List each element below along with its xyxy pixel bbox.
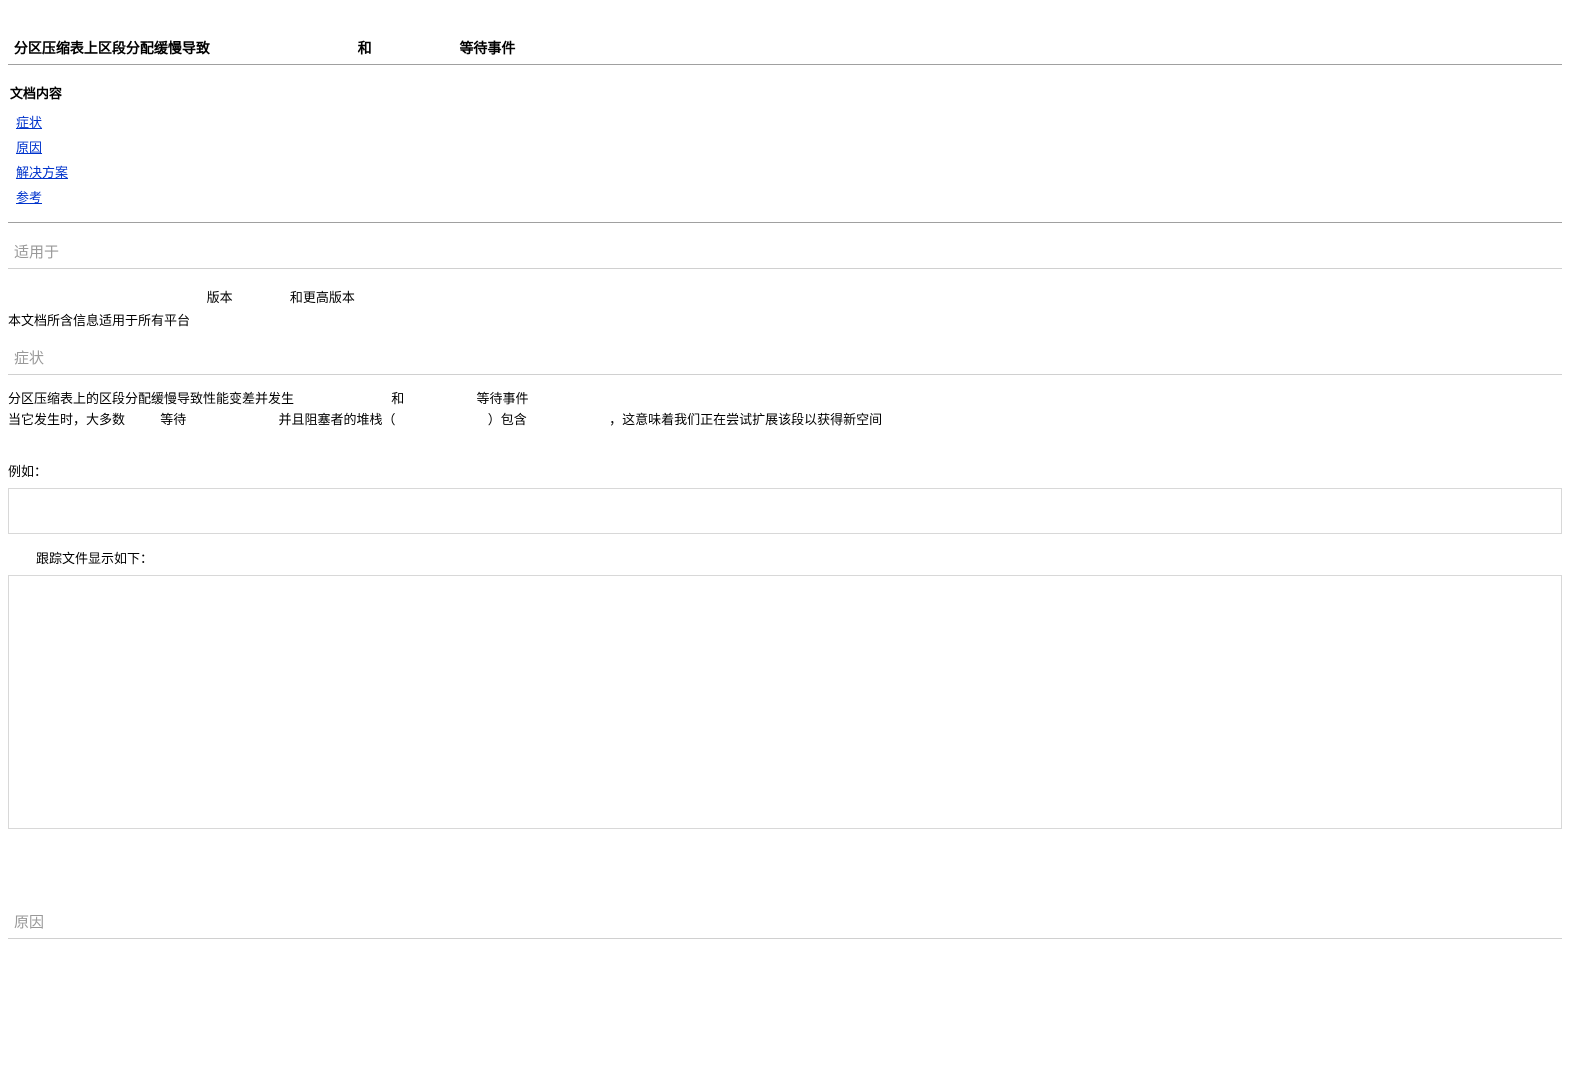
toc-heading: 文档内容 bbox=[10, 83, 1562, 102]
symptom-l1b: 和 bbox=[391, 391, 404, 406]
toc-link-solution[interactable]: 解决方案 bbox=[16, 162, 1562, 181]
toc-link-cause[interactable]: 原因 bbox=[16, 137, 1562, 156]
example-code-box bbox=[8, 488, 1562, 534]
section-symptoms: 症状 bbox=[8, 335, 1562, 375]
section-applies-to: 适用于 bbox=[8, 229, 1562, 269]
symptom-l2d: ）包含 bbox=[488, 412, 527, 427]
symptom-l2b: 等待 bbox=[160, 412, 186, 427]
symptom-l2a: 当它发生时，大多数 bbox=[8, 412, 125, 427]
applies-and-higher: 和更高版本 bbox=[290, 290, 355, 305]
symptom-l1c: 等待事件 bbox=[477, 391, 529, 406]
toc-list: 症状 原因 解决方案 参考 bbox=[8, 112, 1562, 223]
section-cause: 原因 bbox=[8, 899, 1562, 939]
trace-code-box bbox=[8, 575, 1562, 829]
applies-version-word: 版本 bbox=[207, 290, 233, 305]
symptom-l1a: 分区压缩表上的区段分配缓慢导致性能变差并发生 bbox=[8, 391, 294, 406]
symptom-text: 分区压缩表上的区段分配缓慢导致性能变差并发生 和 等待事件 当它发生时，大多数 … bbox=[8, 389, 1562, 431]
toc-link-symptoms[interactable]: 症状 bbox=[16, 112, 1562, 131]
title-part3: 等待事件 bbox=[460, 40, 516, 56]
trace-label: 跟踪文件显示如下： bbox=[8, 548, 1562, 567]
title-part1: 分区压缩表上区段分配缓慢导致 bbox=[14, 40, 210, 56]
symptom-l2c: 并且阻塞者的堆栈（ bbox=[279, 412, 396, 427]
title-mid: 和 bbox=[358, 40, 372, 56]
applies-platforms: 本文档所含信息适用于所有平台 bbox=[8, 310, 1562, 329]
symptom-l2e: ，这意味着我们正在尝试扩展该段以获得新空间 bbox=[609, 412, 882, 427]
toc-link-reference[interactable]: 参考 bbox=[16, 187, 1562, 206]
applies-line1: 版本 和更高版本 bbox=[8, 269, 1562, 306]
example-label: 例如： bbox=[8, 461, 1562, 480]
page-title: 分区压缩表上区段分配缓慢导致 和 等待事件 bbox=[8, 8, 1562, 65]
